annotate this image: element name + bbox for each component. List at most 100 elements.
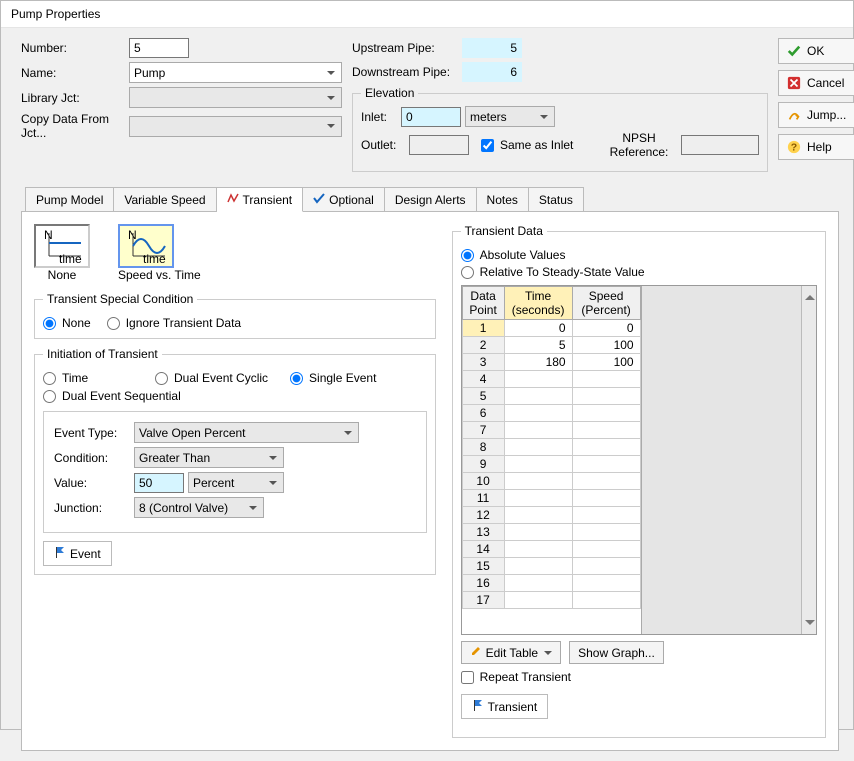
- copy-label: Copy Data From Jct...: [21, 112, 129, 140]
- table-row[interactable]: 8: [462, 439, 640, 456]
- help-button[interactable]: ? Help: [778, 134, 854, 160]
- table-row[interactable]: 5: [462, 388, 640, 405]
- cancel-button[interactable]: Cancel: [778, 70, 854, 96]
- init-time[interactable]: Time: [43, 371, 133, 385]
- elevation-legend: Elevation: [361, 86, 418, 100]
- svg-text:N: N: [44, 228, 53, 242]
- ttype-speed-vs-time[interactable]: Ntime Speed vs. Time: [118, 224, 201, 282]
- init-dual-cyclic[interactable]: Dual Event Cyclic: [155, 371, 268, 385]
- tsc-none[interactable]: None: [43, 316, 91, 330]
- copy-select[interactable]: [129, 116, 342, 137]
- upstream-value: 5: [462, 38, 522, 58]
- ttype-svt-label: Speed vs. Time: [118, 268, 201, 282]
- table-row[interactable]: 12: [462, 507, 640, 524]
- value-units-select[interactable]: Percent: [188, 472, 284, 493]
- same-as-inlet-check[interactable]: Same as Inlet: [481, 138, 589, 152]
- tdata-legend: Transient Data: [461, 224, 547, 238]
- col-datapoint[interactable]: Data Point: [462, 287, 504, 320]
- init-single[interactable]: Single Event: [290, 371, 380, 385]
- table-row[interactable]: 16: [462, 575, 640, 592]
- tdata-relative[interactable]: Relative To Steady-State Value: [461, 265, 645, 279]
- table-row[interactable]: 11: [462, 490, 640, 507]
- window-title: Pump Properties: [1, 1, 853, 28]
- jump-button[interactable]: Jump...: [778, 102, 854, 128]
- table-row[interactable]: 14: [462, 541, 640, 558]
- upstream-label: Upstream Pipe:: [352, 41, 462, 55]
- table-row[interactable]: 9: [462, 456, 640, 473]
- number-label: Number:: [21, 41, 129, 55]
- table-row[interactable]: 25100: [462, 337, 640, 354]
- tab-variable-speed[interactable]: Variable Speed: [114, 187, 216, 212]
- name-label: Name:: [21, 66, 129, 80]
- table-row[interactable]: 15: [462, 558, 640, 575]
- tsc-group: Transient Special Condition None Ignore …: [34, 292, 436, 339]
- help-icon: ?: [787, 140, 801, 154]
- value-input[interactable]: [134, 473, 184, 493]
- init-dual-seq[interactable]: Dual Event Sequential: [43, 389, 181, 403]
- junction-select[interactable]: 8 (Control Valve): [134, 497, 264, 518]
- flag-icon: [54, 546, 66, 561]
- inlet-label: Inlet:: [361, 110, 401, 124]
- transient-table[interactable]: Data Point Time (seconds) Speed (Percent…: [461, 285, 817, 635]
- table-row[interactable]: 10: [462, 473, 640, 490]
- table-row[interactable]: 17: [462, 592, 640, 609]
- col-speed[interactable]: Speed (Percent): [572, 287, 640, 320]
- condition-select[interactable]: Greater Than: [134, 447, 284, 468]
- table-row[interactable]: 6: [462, 405, 640, 422]
- ttype-none-label: None: [34, 268, 90, 282]
- inlet-input[interactable]: [401, 107, 461, 127]
- svg-text:?: ?: [791, 142, 797, 154]
- edit-table-button[interactable]: Edit Table: [461, 641, 561, 664]
- number-input[interactable]: [129, 38, 189, 58]
- svg-text:time: time: [59, 252, 82, 264]
- jump-icon: [787, 108, 801, 122]
- table-empty-area: [641, 286, 801, 634]
- table-row[interactable]: 3180100: [462, 354, 640, 371]
- chevron-down-icon: [544, 651, 552, 659]
- tab-pump-model[interactable]: Pump Model: [25, 187, 114, 212]
- tab-notes[interactable]: Notes: [477, 187, 529, 212]
- transient-subtab[interactable]: Transient: [461, 694, 549, 719]
- tdata-absolute[interactable]: Absolute Values: [461, 248, 566, 262]
- x-icon: [787, 76, 801, 90]
- init-legend: Initiation of Transient: [43, 347, 162, 361]
- table-row[interactable]: 100: [462, 320, 640, 337]
- event-type-label: Event Type:: [54, 426, 134, 440]
- table-row[interactable]: 13: [462, 524, 640, 541]
- tsc-legend: Transient Special Condition: [43, 292, 197, 306]
- svg-text:N: N: [128, 228, 137, 242]
- flag-icon: [472, 699, 484, 714]
- tab-optional[interactable]: Optional: [303, 187, 385, 212]
- table-row[interactable]: 7: [462, 422, 640, 439]
- tab-transient[interactable]: Transient: [217, 187, 304, 212]
- ok-button[interactable]: OK: [778, 38, 854, 64]
- inlet-units-select[interactable]: meters: [465, 106, 555, 127]
- tdata-group: Transient Data Absolute Values Relative …: [452, 224, 826, 738]
- transient-icon: [227, 192, 239, 207]
- ttype-none[interactable]: Ntime None: [34, 224, 90, 282]
- col-time[interactable]: Time (seconds): [504, 287, 572, 320]
- junction-label: Junction:: [54, 501, 134, 515]
- npsh-label: NPSH Reference:: [605, 131, 673, 159]
- outlet-label: Outlet:: [361, 138, 401, 152]
- tab-design-alerts[interactable]: Design Alerts: [385, 187, 477, 212]
- svg-text:time: time: [143, 252, 166, 264]
- tab-status[interactable]: Status: [529, 187, 584, 212]
- library-select[interactable]: [129, 87, 342, 108]
- name-select[interactable]: Pump: [129, 62, 342, 83]
- table-scrollbar[interactable]: [801, 286, 816, 634]
- library-label: Library Jct:: [21, 91, 129, 105]
- repeat-transient-check[interactable]: Repeat Transient: [461, 670, 571, 684]
- init-group: Initiation of Transient Time Dual Event …: [34, 347, 436, 575]
- edit-icon: [470, 645, 482, 660]
- event-subtab[interactable]: Event: [43, 541, 112, 566]
- show-graph-button[interactable]: Show Graph...: [569, 641, 664, 664]
- condition-label: Condition:: [54, 451, 134, 465]
- tsc-ignore[interactable]: Ignore Transient Data: [107, 316, 241, 330]
- event-type-select[interactable]: Valve Open Percent: [134, 422, 359, 443]
- same-as-inlet-checkbox[interactable]: [481, 139, 494, 152]
- table-row[interactable]: 4: [462, 371, 640, 388]
- outlet-input: [409, 135, 469, 155]
- check-icon: [787, 44, 801, 58]
- downstream-value: 6: [462, 62, 522, 82]
